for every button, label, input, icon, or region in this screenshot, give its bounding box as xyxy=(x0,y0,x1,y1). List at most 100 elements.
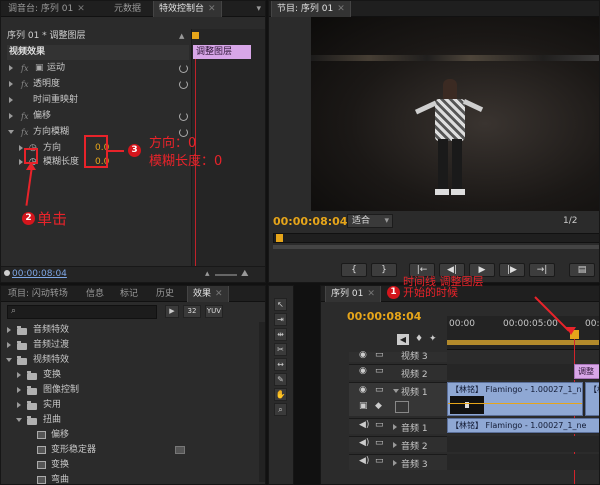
effect-row-opacity[interactable]: fx 透明度 xyxy=(7,77,189,92)
tab-sequence-01[interactable]: 序列 01 ✕ xyxy=(325,286,381,302)
go-to-out-button[interactable]: →| xyxy=(529,263,555,277)
mark-in-button[interactable]: { xyxy=(341,263,367,277)
tree-item-distort[interactable]: 扭曲 xyxy=(5,413,255,428)
bit-depth-32-icon[interactable]: 32 xyxy=(183,305,201,318)
expand-icon[interactable] xyxy=(17,372,21,378)
work-area-bar[interactable] xyxy=(447,340,599,345)
yuv-icon[interactable]: YUV xyxy=(205,305,223,318)
collapse-icon[interactable] xyxy=(6,358,12,362)
video-clip-2[interactable]: 【林铭】 xyxy=(585,382,599,416)
zoom-tool-icon[interactable]: ⌕ xyxy=(274,403,287,416)
video-clip[interactable]: 【林铭】 Flamingo - 1.00027_1_ne xyxy=(447,382,583,416)
accelerated-effects-icon[interactable]: ▶ xyxy=(165,305,179,318)
effect-row-motion[interactable]: fx ▣ 运动 xyxy=(7,61,189,76)
tree-item-image-control[interactable]: 图像控制 xyxy=(5,383,255,398)
expand-icon[interactable] xyxy=(7,342,11,348)
tab-project[interactable]: 项目: 闪动转场 xyxy=(3,286,73,302)
hand-tool-icon[interactable]: ✋ xyxy=(274,388,287,401)
fx-icon[interactable]: fx xyxy=(21,77,28,92)
expand-icon[interactable] xyxy=(17,387,21,393)
selection-tool-icon[interactable]: ↖ xyxy=(274,298,287,311)
track-select-tool-icon[interactable]: ⇥ xyxy=(274,313,287,326)
expand-icon[interactable] xyxy=(9,97,13,103)
program-video-frame[interactable] xyxy=(311,17,599,211)
speaker-icon[interactable]: ◀) xyxy=(359,420,369,430)
expand-icon[interactable] xyxy=(17,402,21,408)
add-marker-icon[interactable]: ✦ xyxy=(429,334,437,344)
fit-dropdown[interactable]: 适合 ▾ xyxy=(347,214,393,228)
lock-icon[interactable]: ▭ xyxy=(375,385,384,395)
tab-audio-mixer[interactable]: 调音台: 序列 01 ✕ xyxy=(3,1,90,17)
zoom-out-icon[interactable]: ▴ xyxy=(205,269,210,279)
keyframe-box[interactable] xyxy=(395,401,409,413)
collapse-icon[interactable] xyxy=(393,389,399,393)
fx-icon[interactable]: fx xyxy=(21,125,28,140)
effect-row-offset[interactable]: fx 偏移 xyxy=(7,109,189,124)
eye-icon[interactable]: ◉ xyxy=(359,366,367,376)
tab-effects[interactable]: 效果 ✕ xyxy=(187,286,229,302)
tree-item-transform[interactable]: 变换 xyxy=(5,368,255,383)
expand-icon[interactable] xyxy=(19,145,23,151)
speaker-icon[interactable]: ◀) xyxy=(359,438,369,448)
tab-history[interactable]: 历史 xyxy=(151,286,179,302)
reset-icon[interactable] xyxy=(179,64,188,73)
adjustment-layer-clip-label[interactable]: 调整图层 xyxy=(193,45,251,59)
ripple-edit-tool-icon[interactable]: ⇹ xyxy=(274,328,287,341)
fx-icon[interactable]: fx xyxy=(21,109,28,124)
tab-metadata[interactable]: 元数据 xyxy=(109,1,146,17)
tree-item-audio-effects[interactable]: 音频特效 xyxy=(5,323,255,338)
reset-icon[interactable] xyxy=(179,112,188,121)
tree-item-video-effects[interactable]: 视频特效 xyxy=(5,353,255,368)
lock-icon[interactable]: ▭ xyxy=(375,350,384,360)
zoom-slider[interactable] xyxy=(215,274,237,276)
tree-item-offset[interactable]: 偏移 xyxy=(5,428,255,443)
expand-icon[interactable] xyxy=(9,81,13,87)
snap-icon[interactable]: ◀ xyxy=(397,334,409,345)
audio-clip[interactable]: 【林铭】 Flamingo - 1.00027_1_ne xyxy=(447,418,599,433)
tree-item-utility[interactable]: 实用 xyxy=(5,398,255,413)
scroll-up-icon[interactable]: ▲ xyxy=(179,32,184,40)
tree-item-transform-effect[interactable]: 变换 xyxy=(5,458,255,473)
eye-icon[interactable]: ◉ xyxy=(359,385,367,395)
export-frame-button[interactable]: ▤ xyxy=(569,263,595,277)
mark-out-button[interactable]: } xyxy=(371,263,397,277)
lock-icon[interactable]: ▭ xyxy=(375,438,384,448)
footer-timecode[interactable]: 00:00:08:04 xyxy=(12,269,67,279)
expand-icon[interactable] xyxy=(393,424,397,430)
monitor-playhead[interactable] xyxy=(276,234,283,242)
tab-effect-controls[interactable]: 特效控制台 ✕ xyxy=(153,1,222,17)
program-timecode[interactable]: 00:00:08:04 xyxy=(273,215,347,228)
effect-row-time-remap[interactable]: 时间重映射 xyxy=(7,93,189,108)
lane-a2[interactable] xyxy=(447,436,599,452)
tab-program[interactable]: 节目: 序列 01 ✕ xyxy=(271,1,351,17)
collapse-icon[interactable] xyxy=(16,418,22,422)
collapse-icon[interactable] xyxy=(8,130,14,134)
slip-tool-icon[interactable]: ↔ xyxy=(274,358,287,371)
adjustment-layer-clip[interactable]: 调整 xyxy=(574,364,599,379)
razor-tool-icon[interactable]: ✂ xyxy=(274,343,287,356)
effects-scrollbar[interactable] xyxy=(259,322,265,482)
step-forward-button[interactable]: |▶ xyxy=(499,263,525,277)
effects-search-input[interactable]: ⌕ xyxy=(7,305,157,319)
marker-icon[interactable]: ♦ xyxy=(415,334,423,344)
speaker-icon[interactable]: ◀) xyxy=(359,456,369,466)
expand-icon[interactable] xyxy=(9,113,13,119)
timeline-timecode[interactable]: 00:00:08:04 xyxy=(347,310,421,323)
pen-tool-icon[interactable]: ✎ xyxy=(274,373,287,386)
eye-icon[interactable]: ◉ xyxy=(359,350,367,360)
expand-icon[interactable] xyxy=(393,460,397,466)
add-keyframe-icon[interactable]: ◆ xyxy=(375,401,382,411)
page-indicator[interactable]: 1/2 xyxy=(563,216,577,226)
reset-icon[interactable] xyxy=(179,80,188,89)
keyframe-nav-icon[interactable]: ▣ xyxy=(359,401,368,411)
expand-icon[interactable] xyxy=(9,65,13,71)
expand-icon[interactable] xyxy=(19,159,23,165)
monitor-scrubber-track[interactable] xyxy=(273,233,599,243)
lock-icon[interactable]: ▭ xyxy=(375,456,384,466)
tree-item-bend[interactable]: 弯曲 xyxy=(5,473,255,484)
tab-markers[interactable]: 标记 xyxy=(115,286,143,302)
lock-icon[interactable]: ▭ xyxy=(375,420,384,430)
expand-icon[interactable] xyxy=(7,327,11,333)
lock-icon[interactable]: ▭ xyxy=(375,366,384,376)
zoom-in-icon[interactable]: ⛰ xyxy=(241,269,249,279)
